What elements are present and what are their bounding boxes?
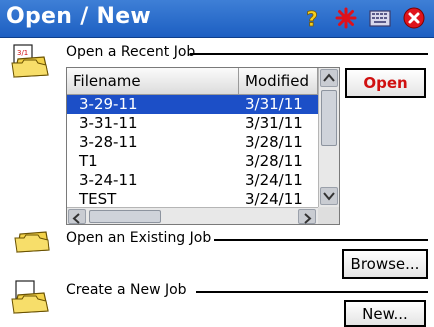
table-row[interactable]: 3-24-11 3/24/11 [67,171,318,190]
horizontal-scrollbar[interactable] [67,207,318,224]
chevron-right-icon [304,213,312,224]
row-modified: 3/28/11 [245,133,303,151]
chevron-left-icon [72,213,80,224]
table-row[interactable]: T1 3/28/11 [67,152,318,171]
existing-job-label: Open an Existing Job [66,230,212,246]
close-icon[interactable] [402,6,426,30]
recent-job-folder-icon: 3/1 [11,44,49,78]
horizontal-scroll-thumb[interactable] [89,210,161,223]
new-job-label: Create a New Job [66,282,187,298]
scroll-up-button[interactable] [320,69,338,87]
settings-star-icon[interactable] [334,6,358,30]
scrollbar-corner [318,207,339,224]
scroll-left-button[interactable] [68,209,86,224]
column-header-filename[interactable]: Filename [67,68,239,94]
recent-job-label: Open a Recent Job [66,44,196,60]
help-icon[interactable]: ? [300,6,324,30]
table-row[interactable]: 3-29-11 3/31/11 [67,95,318,114]
table-row[interactable]: 3-31-11 3/31/11 [67,114,318,133]
list-header: Filename Modified [67,68,318,95]
new-job-folder-icon [11,280,49,314]
list-rows: 3-29-11 3/31/11 3-31-11 3/31/11 3-28-11 … [67,95,318,209]
row-filename: 3-31-11 [79,114,138,132]
keyboard-icon[interactable] [368,6,392,30]
new-job-divider [196,291,428,293]
vertical-scrollbar[interactable] [318,68,339,207]
row-modified: 3/31/11 [245,114,303,132]
scroll-right-button[interactable] [298,209,316,224]
scroll-down-button[interactable] [320,187,338,205]
browse-button[interactable]: Browse... [342,249,428,279]
row-filename: 3-24-11 [79,171,138,189]
row-modified: 3/28/11 [245,152,303,170]
window-title: Open / New [6,4,152,29]
recent-jobs-list[interactable]: Filename Modified 3-29-11 3/31/11 3-31-1… [66,67,340,225]
row-modified: 3/31/11 [245,95,303,113]
title-bar: Open / New ? [0,0,434,38]
table-row[interactable]: 3-28-11 3/28/11 [67,133,318,152]
new-button[interactable]: New... [344,300,426,327]
existing-job-divider [214,239,428,241]
row-filename: 3-28-11 [79,133,138,151]
recent-job-divider [190,53,428,55]
vertical-scroll-thumb[interactable] [321,90,337,146]
open-button[interactable]: Open [345,68,426,98]
row-filename: 3-29-11 [79,95,138,113]
existing-job-folder-icon [14,231,50,253]
svg-text:3/1: 3/1 [17,49,28,57]
chevron-up-icon [323,73,335,82]
chevron-down-icon [323,192,335,201]
column-header-modified[interactable]: Modified [239,68,318,94]
row-filename: T1 [79,152,98,170]
row-modified: 3/24/11 [245,171,303,189]
svg-text:?: ? [306,7,318,30]
